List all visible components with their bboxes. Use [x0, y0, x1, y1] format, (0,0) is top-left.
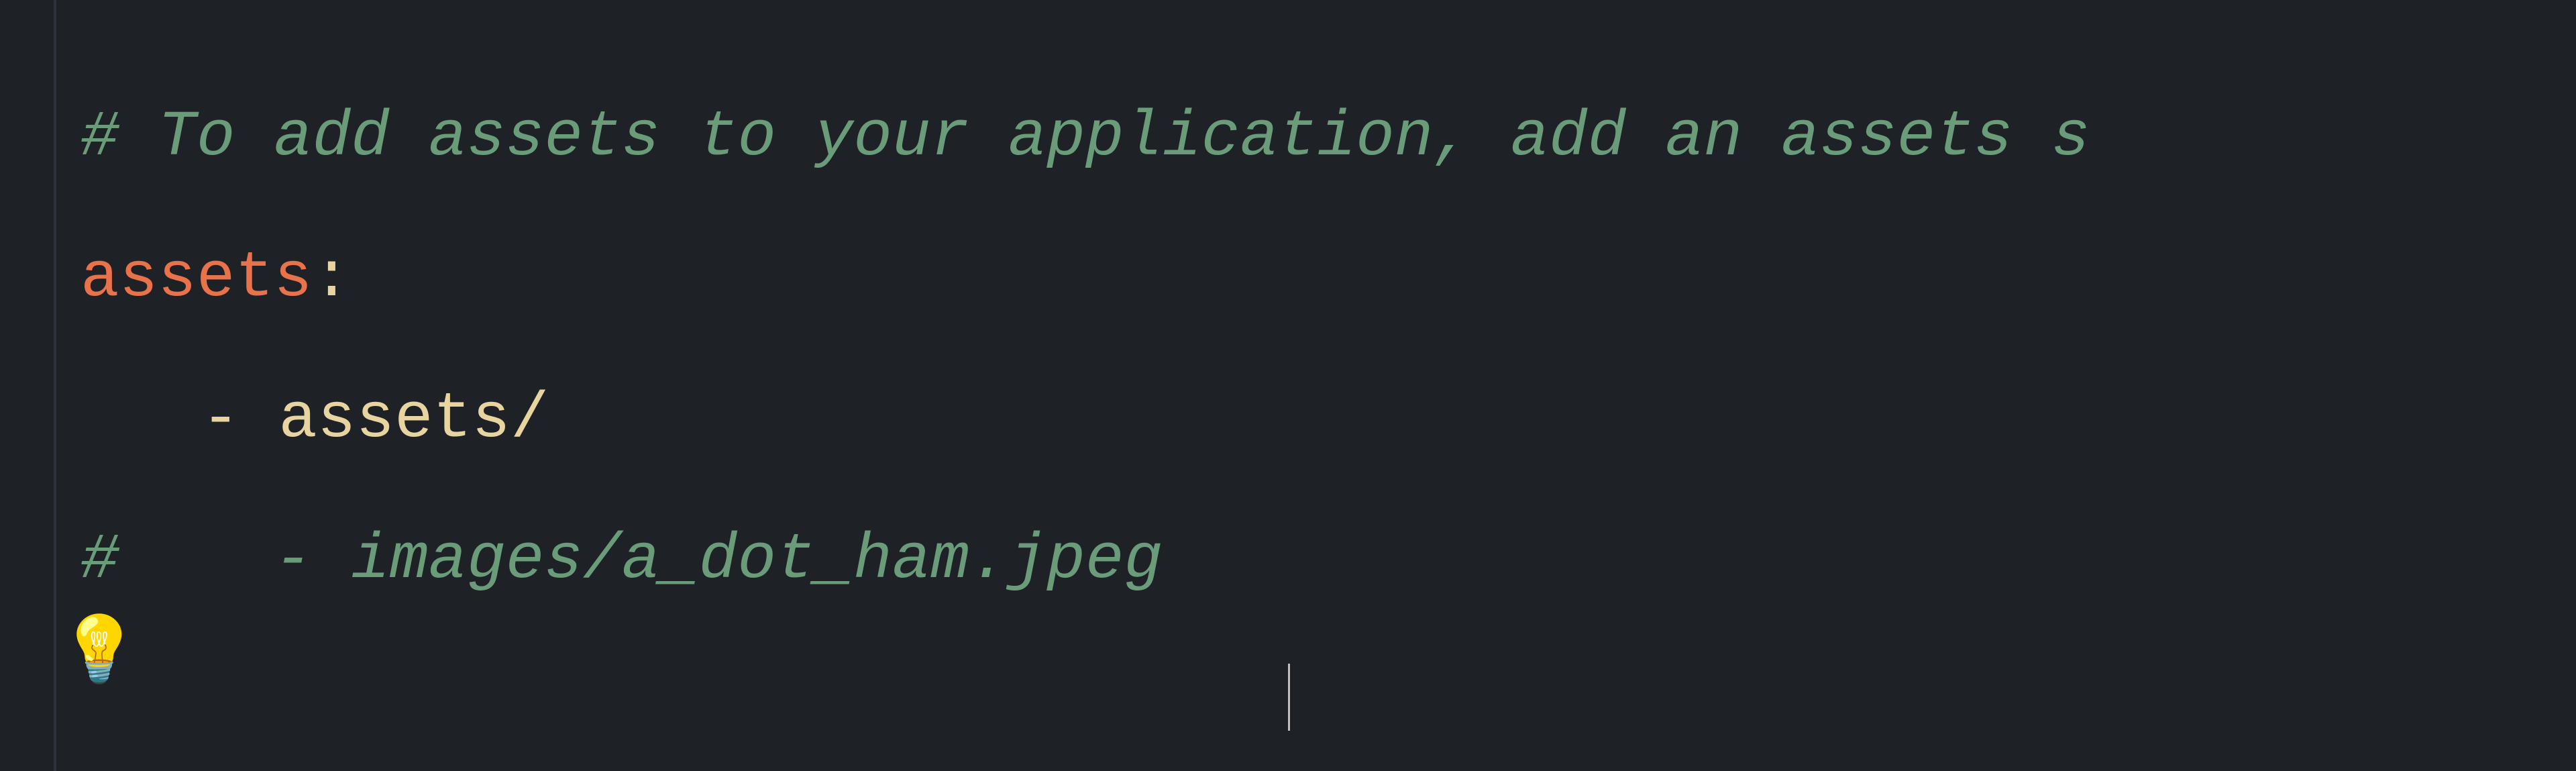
code-line-3: - assets/ [80, 349, 2576, 490]
comment-value-line4: - images/a_dot_ham.jpeg [119, 490, 1163, 631]
comment-text-line1: # To add assets to your application, add… [80, 67, 2090, 208]
code-editor: # To add assets to your application, add… [0, 0, 2576, 771]
code-line-2: assets: [80, 208, 2576, 349]
code-line-4: # - images/a_dot_ham.jpeg [80, 490, 2576, 631]
comment-hash-line4: # [80, 490, 119, 631]
code-content[interactable]: # To add assets to your application, add… [0, 40, 2576, 658]
value-text-assets-dir: - assets/ [201, 349, 549, 490]
lightbulb-hint[interactable]: 💡 [59, 612, 140, 690]
code-line-1: # To add assets to your application, add… [80, 67, 2576, 208]
text-cursor [1288, 664, 1290, 731]
key-text-assets: assets [80, 208, 313, 349]
colon-assets: : [313, 208, 352, 349]
left-gutter-border [54, 0, 56, 771]
lightbulb-icon: 💡 [59, 612, 140, 690]
